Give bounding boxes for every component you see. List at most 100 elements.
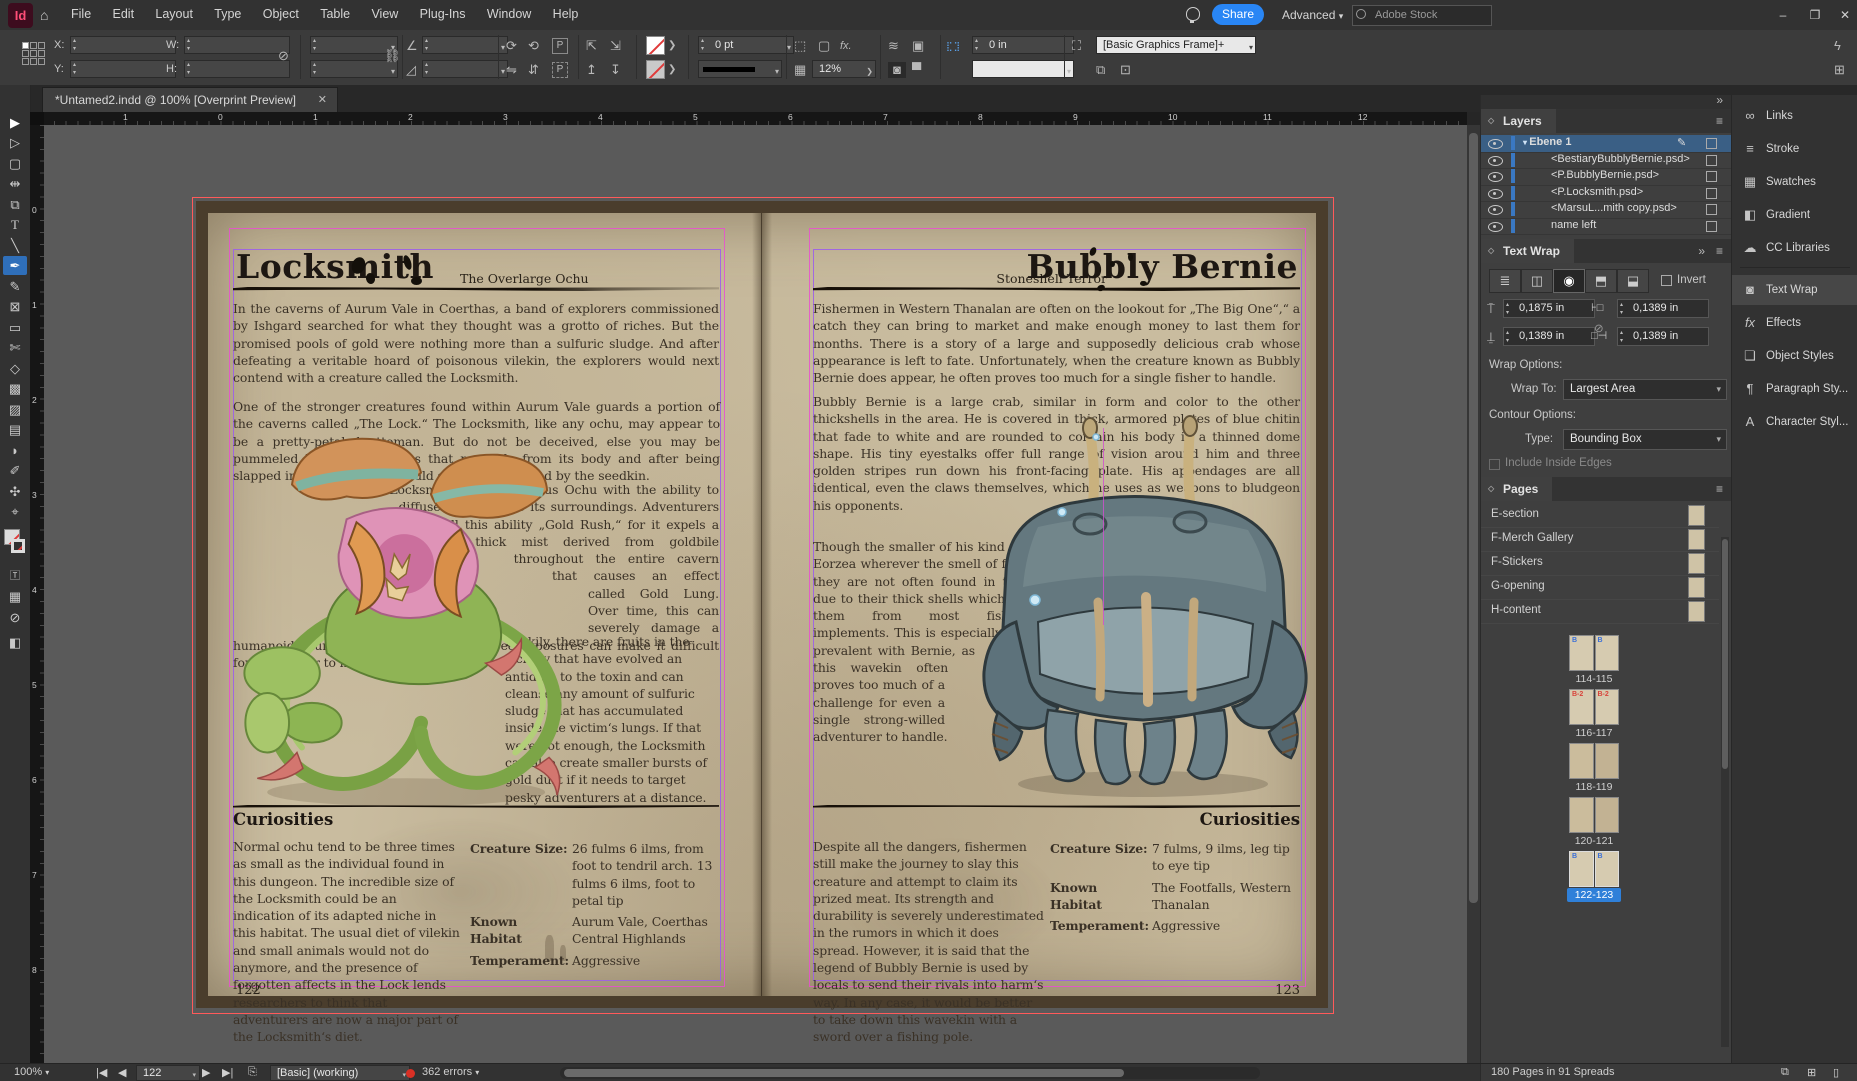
h-field[interactable]: ▴▾ [184, 60, 290, 78]
dock-stroke[interactable]: ≡Stroke [1732, 134, 1857, 164]
clear-overrides-icon[interactable]: ⊡ [1120, 62, 1131, 78]
top-offset-field[interactable]: ▴▾0,1875 in [1503, 299, 1595, 318]
menu-plugins[interactable]: Plug-Ins [411, 0, 475, 28]
pencil-tool[interactable]: ✎ [3, 277, 27, 296]
wrap-jump-object-button[interactable]: ⬒ [1585, 269, 1617, 293]
wrap-to-dropdown[interactable]: Largest Area▾ [1563, 379, 1727, 400]
gap-tool[interactable]: ⇹ [3, 174, 27, 193]
menu-table[interactable]: Table [311, 0, 359, 28]
screen-mode-icon[interactable]: ◧ [3, 633, 27, 652]
home-icon[interactable]: ⌂ [40, 7, 56, 23]
constrain-dimensions-icon[interactable]: ⊘ [278, 48, 289, 64]
zoom-level[interactable]: 100% ▾ [14, 1066, 49, 1078]
dock-text-wrap[interactable]: ◙Text Wrap [1732, 275, 1857, 305]
spread-label[interactable]: 118-119 [1539, 781, 1649, 793]
pages-section-row[interactable]: F-Merch Gallery [1481, 527, 1719, 552]
spread-view-icon[interactable]: ⎘ [248, 1066, 257, 1079]
menu-window[interactable]: Window [478, 0, 540, 28]
gradient-feather-tool[interactable]: ▨ [3, 400, 27, 419]
first-page-button[interactable]: |◀ [96, 1066, 107, 1079]
layer-row[interactable]: <P.Locksmith.psd> [1481, 185, 1731, 203]
spread-thumbnail-114-115[interactable]: BB [1569, 635, 1619, 671]
content-collector-tool[interactable]: ⧉ [3, 195, 27, 214]
text-wrap-tab[interactable]: Text Wrap [1481, 239, 1574, 263]
select-next-object-icon[interactable]: ↧ [610, 62, 621, 78]
wrap-none-button[interactable]: ≣ [1489, 269, 1521, 293]
spread-label-selected[interactable]: 122-123 [1539, 889, 1649, 901]
visibility-eye-icon[interactable] [1488, 205, 1503, 215]
spread-thumbnail-116-117[interactable]: B-2B-2 [1569, 689, 1619, 725]
flip-horizontal-icon[interactable]: ⇋ [506, 62, 517, 78]
eyedropper-tool[interactable]: ✐ [3, 461, 27, 480]
bottom-offset-field[interactable]: ▴▾0,1389 in [1503, 327, 1595, 346]
visibility-eye-icon[interactable] [1488, 172, 1503, 182]
w-field[interactable]: ▴▾ [184, 36, 290, 54]
y-field[interactable]: ▴▾ [70, 60, 176, 78]
menu-help[interactable]: Help [544, 0, 588, 28]
reference-point-proxy[interactable] [22, 42, 45, 65]
layers-collapse-icon[interactable]: » [1716, 93, 1723, 107]
fill-swatch-expand-icon[interactable]: ❯ [668, 62, 676, 78]
menu-type[interactable]: Type [205, 0, 250, 28]
menu-view[interactable]: View [362, 0, 407, 28]
pages-menu-icon[interactable]: ≡ [1716, 482, 1723, 496]
layer-row[interactable]: name left [1481, 218, 1731, 236]
right-offset-field[interactable]: ▴▾0,1389 in [1617, 327, 1709, 346]
pages-scrollbar-thumb[interactable] [1722, 539, 1728, 769]
rotation-angle-field[interactable]: ▴▾▾ [422, 36, 508, 54]
page-number-field[interactable]: 122▾ [136, 1065, 200, 1081]
frame-fitting-icon[interactable]: ⛶ [1072, 38, 1081, 54]
delete-page-icon[interactable]: ▯ [1833, 1066, 1839, 1079]
gradient-swatch-tool[interactable]: ▩ [3, 379, 27, 398]
menu-edit[interactable]: Edit [104, 0, 144, 28]
ruler-origin-corner[interactable] [30, 112, 44, 125]
share-button[interactable]: Share [1212, 4, 1264, 25]
stroke-type-dropdown[interactable]: ▾ [698, 60, 782, 78]
pen-tool[interactable]: ✒ [3, 256, 27, 275]
select-content-icon[interactable]: ⇲ [610, 38, 621, 54]
link-scale-icon[interactable]: ⛓ [384, 48, 401, 64]
object-style-dropdown[interactable]: [Basic Graphics Frame]+▾ [1096, 36, 1256, 54]
fill-stroke-swatches[interactable] [4, 529, 26, 559]
layer-row[interactable]: <BestiaryBubblyBernie.psd> [1481, 152, 1731, 170]
adobe-stock-search[interactable]: Adobe Stock [1352, 5, 1492, 26]
text-wrap-menu-icon[interactable]: ≡ [1716, 244, 1723, 258]
include-inside-edges-checkbox[interactable] [1489, 459, 1500, 470]
line-tool[interactable]: ╲ [3, 236, 27, 255]
spread-label[interactable]: 114-115 [1539, 673, 1649, 685]
rectangle-frame-tool[interactable]: ⊠ [3, 297, 27, 316]
wrap-shape-icon[interactable]: ◙ [888, 62, 906, 78]
wrap-bounding-box-button[interactable]: ◫ [1521, 269, 1553, 293]
stroke-color-swatch[interactable] [646, 36, 665, 55]
type-tool[interactable]: T [3, 215, 27, 234]
vertical-scrollbar-thumb[interactable] [1469, 133, 1478, 903]
opacity-field[interactable]: 12%❯ [812, 60, 876, 78]
layer-select-box[interactable] [1706, 171, 1717, 182]
dock-paragraph-styles[interactable]: ¶Paragraph Sty... [1732, 374, 1857, 404]
rotate-cw-icon[interactable]: ⟳ [506, 38, 517, 54]
workspace-grid-icon[interactable]: ⊞ [1834, 62, 1845, 78]
x-field[interactable]: ▴▾ [70, 36, 176, 54]
wrap-jump-icon[interactable]: ▀ [912, 62, 921, 78]
stroke-weight-field[interactable]: ▴▾0 pt▾ [698, 36, 794, 54]
apply-color-icon[interactable]: ▦ [3, 587, 27, 606]
color-theme-tool[interactable]: ◗ [3, 441, 27, 460]
invert-checkbox[interactable] [1661, 275, 1672, 286]
dock-links[interactable]: ∞Links [1732, 101, 1857, 131]
layer-row[interactable]: <MarsuL...mith copy.psd> [1481, 201, 1731, 219]
visibility-eye-icon[interactable] [1488, 156, 1503, 166]
spread-label[interactable]: 116-117 [1539, 727, 1649, 739]
spread-thumbnail-118-119[interactable] [1569, 743, 1619, 779]
free-transform-tool[interactable]: ◇ [3, 359, 27, 378]
shear-angle-field[interactable]: ▴▾▾ [422, 60, 508, 78]
visibility-eye-icon[interactable] [1488, 189, 1503, 199]
layer-select-box[interactable] [1706, 204, 1717, 215]
fill-color-swatch[interactable] [646, 60, 665, 79]
menu-layout[interactable]: Layout [146, 0, 202, 28]
layers-menu-icon[interactable]: ≡ [1716, 114, 1723, 128]
restore-button[interactable]: ❐ [1800, 6, 1830, 24]
ochu-illustration[interactable] [237, 425, 615, 817]
minimize-button[interactable]: – [1768, 6, 1798, 24]
effects-icon[interactable]: fx. [840, 38, 852, 54]
pages-section-row[interactable]: F-Stickers [1481, 551, 1719, 576]
